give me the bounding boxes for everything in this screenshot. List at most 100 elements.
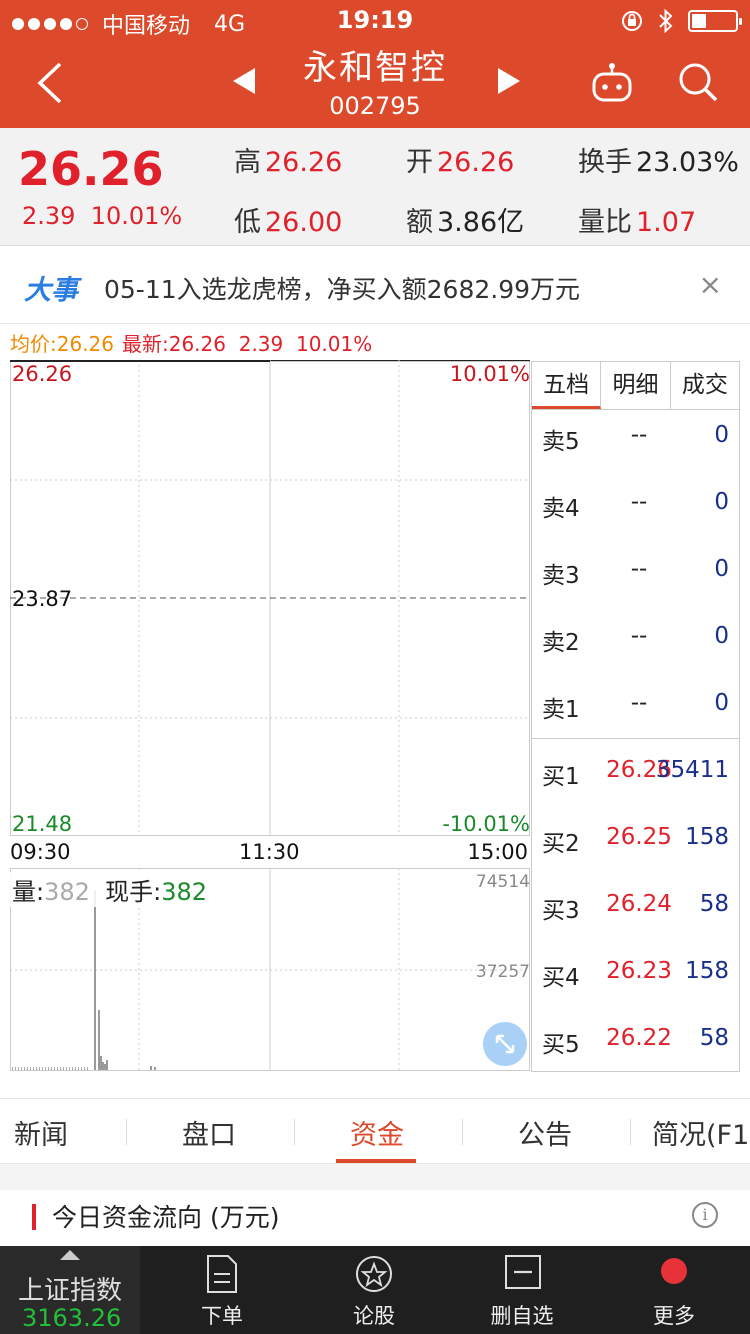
ask-row: 卖4 -- 0 (542, 489, 729, 522)
tab-order-book[interactable]: 盘口 (182, 1113, 236, 1152)
section-marker (32, 1204, 36, 1230)
active-tab-indicator (336, 1159, 416, 1163)
top-price-label: 26.26 (12, 362, 73, 386)
avg-price-line: 均价:26.26 最新:26.26 2.39 10.01% (10, 332, 373, 356)
volume-bar (45, 1067, 46, 1070)
volume-bar (150, 1066, 152, 1070)
bluetooth-icon (659, 8, 673, 34)
ask-row: 卖3 -- 0 (542, 556, 729, 589)
volume-bar (18, 1067, 19, 1070)
vol-mid-label: 37257 (475, 962, 530, 982)
event-text[interactable]: 05-11入选龙虎榜，净买入额2682.99万元 (104, 270, 580, 306)
volume-bar (15, 1067, 16, 1070)
volume-ratio: 量比 1.07 (578, 207, 697, 238)
close-icon[interactable]: × (699, 268, 722, 301)
volume-bar (72, 1067, 73, 1070)
volume-bar (66, 1067, 67, 1070)
volume-bar (24, 1067, 25, 1070)
expand-up-icon (60, 1250, 80, 1260)
tab-detail[interactable]: 明细 (601, 362, 671, 409)
remove-watchlist-label: 删自选 (490, 1304, 554, 1328)
time-start-label: 09:30 (10, 840, 71, 864)
volume-bar (87, 1067, 88, 1070)
bid-row: 买3 26.24 58 (542, 891, 729, 924)
tab-five-levels[interactable]: 五档 (532, 362, 602, 409)
volume-bar (36, 1067, 37, 1070)
tab-profile[interactable]: 简况(F1 (652, 1113, 749, 1152)
bottom-price-label: 21.48 (12, 812, 73, 836)
rotation-lock-icon (622, 11, 642, 31)
bottom-pct-label: -10.01% (442, 812, 530, 836)
volume-bar (69, 1067, 70, 1070)
volume-bar (27, 1067, 28, 1070)
ask-row: 卖2 -- 0 (542, 623, 729, 656)
volume-bar (100, 1056, 102, 1070)
fund-flow-section: 今日资金流向 (万元) i (0, 1164, 750, 1246)
volume-bar (154, 1067, 156, 1070)
tab-trades[interactable]: 成交 (671, 362, 739, 409)
more-label: 更多 (653, 1304, 695, 1328)
tab-news[interactable]: 新闻 (14, 1113, 68, 1152)
remove-watchlist-button[interactable]: 删自选 (472, 1246, 572, 1334)
ask-row: 卖1 -- 0 (542, 690, 729, 723)
intraday-chart[interactable]: 26.26 10.01% 23.87 21.48 -10.01% 09:30 1… (10, 360, 530, 1072)
low-price: 低 26.00 (234, 207, 343, 238)
discuss-button[interactable]: 论股 (324, 1246, 424, 1334)
volume-bar (12, 1067, 13, 1070)
volume-bar (39, 1067, 40, 1070)
index-ticker[interactable]: 上证指数 3163.26 (0, 1246, 140, 1334)
header: 中国移动 4G 19:19 永和智控 002795 (0, 0, 750, 128)
volume-bar (57, 1067, 58, 1070)
order-button[interactable]: 下单 (172, 1246, 272, 1334)
turnover-rate: 换手 23.03% (578, 147, 739, 178)
tab-announcements[interactable]: 公告 (518, 1113, 572, 1152)
bid-row: 买5 26.22 58 (542, 1025, 729, 1058)
volume-bar (104, 1064, 106, 1070)
star-chat-icon (356, 1256, 392, 1292)
order-book-tabs: 五档 明细 成交 (532, 362, 739, 410)
volume-bar (21, 1067, 22, 1070)
volume-bar (106, 1060, 108, 1070)
time-end-label: 15:00 (467, 840, 528, 864)
volume-bars (12, 890, 156, 1070)
trade-amount: 额 3.86亿 (406, 207, 525, 238)
tab-funds[interactable]: 资金 (350, 1113, 404, 1152)
open-price: 开 26.26 (406, 147, 515, 178)
bid-row: 买4 26.23 158 (542, 958, 729, 991)
status-right (620, 8, 742, 34)
volume-label: 量:382 现手:382 (10, 872, 210, 907)
bid-row: 买1 26.26 35411 (542, 757, 729, 790)
stock-name: 永和智控 (303, 48, 447, 88)
tab-separator (462, 1119, 463, 1145)
remove-watchlist-icon (505, 1255, 541, 1289)
battery-icon (688, 10, 742, 32)
fund-flow-header: 今日资金流向 (万元) i (0, 1190, 750, 1246)
volume-bar (102, 1062, 104, 1070)
tab-separator (126, 1119, 127, 1145)
top-pct-label: 10.01% (449, 362, 530, 386)
fund-flow-title: 今日资金流向 (万元) (52, 1203, 280, 1232)
volume-bar (84, 1067, 85, 1070)
order-book: 五档 明细 成交 卖5 -- 0 卖4 -- 0 卖3 -- 0 卖2 -- 0 卖1 -- 0 买… (531, 361, 740, 1072)
order-label: 下单 (201, 1304, 243, 1328)
robot-icon[interactable] (588, 60, 636, 104)
index-name: 上证指数 (18, 1276, 123, 1306)
stock-code: 002795 (329, 92, 421, 120)
event-banner[interactable]: 大事 05-11入选龙虎榜，净买入额2682.99万元 × (0, 248, 750, 324)
search-icon[interactable] (676, 60, 720, 104)
next-arrow-icon[interactable] (498, 68, 520, 94)
volume-bar (42, 1067, 43, 1070)
bottom-toolbar: 上证指数 3163.26 下单 论股 删自选 更多 (0, 1246, 750, 1334)
volume-bar (75, 1067, 76, 1070)
bid-row: 买2 26.25 158 (542, 824, 729, 857)
order-icon (207, 1255, 237, 1293)
more-icon[interactable] (661, 1258, 687, 1284)
ask-row: 卖5 -- 0 (542, 422, 729, 455)
vol-max-label: 74514 (475, 872, 530, 892)
info-icon[interactable]: i (692, 1202, 718, 1228)
expand-icon[interactable] (483, 1022, 527, 1066)
chart-grid (10, 360, 530, 1071)
volume-bar (48, 1067, 49, 1070)
high-price: 高 26.26 (234, 147, 343, 178)
volume-bar (51, 1067, 52, 1070)
